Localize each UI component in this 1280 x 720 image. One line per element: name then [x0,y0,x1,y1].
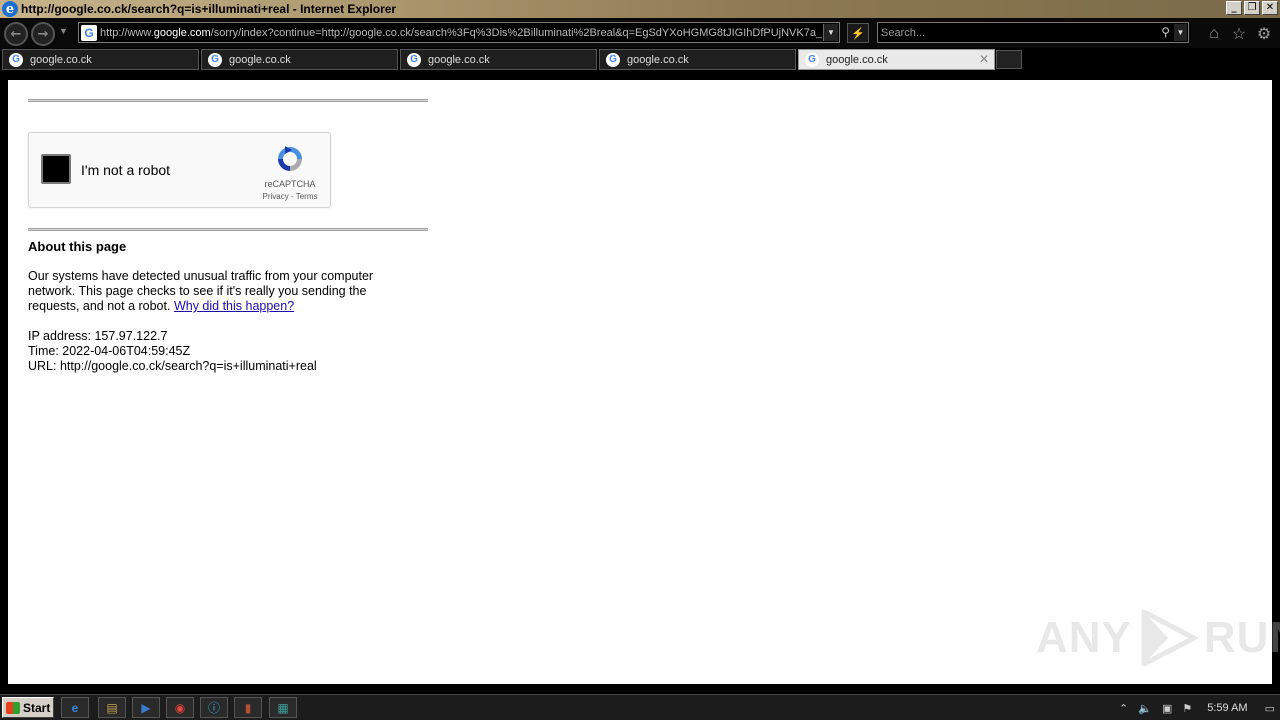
tab-google-1[interactable]: G google.co.ck [2,49,199,70]
search-dropdown-button[interactable]: ▼ [1174,24,1187,41]
google-favicon-icon: G [9,52,23,67]
favorites-star-icon[interactable]: ☆ [1228,23,1250,45]
taskbar-media-player-icon[interactable]: ▶ [132,697,160,718]
show-desktop-icon[interactable]: ▭ [1265,702,1275,715]
system-tray: ⌃ 🔈 ▣ ⚑ 5:59 AM ▭ [1114,696,1280,720]
back-button[interactable]: ← [4,22,28,46]
google-favicon-icon: G [407,52,421,67]
why-did-this-happen-link[interactable]: Why did this happen? [174,299,294,313]
watermark-left-text: ANY [1036,613,1132,662]
new-tab-button[interactable] [996,50,1022,69]
forward-button[interactable]: → [31,22,55,46]
tab-label: google.co.ck [826,53,888,66]
tab-label: google.co.ck [627,53,689,66]
search-input[interactable] [881,26,1151,39]
request-time: Time: 2022-04-06T04:59:45Z [28,344,191,358]
google-favicon-icon: G [805,52,819,67]
taskbar-chrome-icon[interactable]: ◉ [166,697,194,718]
gear-icon[interactable]: ⚙ [1253,23,1275,45]
window-titlebar: e http://google.co.ck/search?q=is+illumi… [0,0,1280,18]
action-center-flag-icon[interactable]: ⚑ [1182,702,1192,715]
compatibility-view-button[interactable]: ⚡ [847,23,869,43]
windows-flag-icon [6,701,20,714]
clock[interactable]: 5:59 AM [1207,702,1247,714]
tab-google-5-active[interactable]: G google.co.ck ✕ [798,49,995,70]
divider [28,99,428,102]
close-button[interactable]: ✕ [1262,1,1278,15]
google-favicon-icon: G [81,24,97,41]
window-title: http://google.co.ck/search?q=is+illumina… [21,2,397,16]
compatibility-icon: ⚡ [851,27,865,40]
taskbar-folder-icon[interactable]: ▤ [98,697,126,718]
address-url[interactable]: http://www.google.com/sorry/index?contin… [100,27,822,39]
tab-google-2[interactable]: G google.co.ck [201,49,398,70]
about-text: Our systems have detected unusual traffi… [28,269,408,314]
search-box[interactable]: ⚲ ▼ [877,22,1189,43]
address-bar[interactable]: G http://www.google.com/sorry/index?cont… [78,22,840,43]
google-favicon-icon: G [606,52,620,67]
link-separator: - [288,192,296,201]
tab-close-icon[interactable]: ✕ [979,52,989,66]
terms-link[interactable]: Terms [296,192,318,201]
divider [28,228,428,231]
window-controls: _ ❐ ✕ [1226,1,1278,15]
back-arrow-icon: ← [10,26,22,42]
google-favicon-icon: G [208,52,222,67]
anyrun-watermark: ANY RUN [1036,610,1280,666]
address-dropdown-button[interactable]: ▼ [823,24,838,41]
about-title: About this page [28,239,127,254]
tab-label: google.co.ck [229,53,291,66]
recaptcha-widget: I'm not a robot reCAPTCHA Privacy - Term… [28,132,331,208]
page-content: I'm not a robot reCAPTCHA Privacy - Term… [8,80,1280,684]
recaptcha-brand: reCAPTCHA [264,179,316,189]
taskbar-info-icon[interactable]: ⓘ [200,697,228,718]
tab-label: google.co.ck [428,53,490,66]
recaptcha-logo-icon [278,146,302,171]
network-icon[interactable]: ▣ [1162,702,1172,715]
recaptcha-links: Privacy - Terms [255,192,325,201]
tab-bar: G google.co.ck G google.co.ck G google.c… [0,48,1280,71]
recaptcha-checkbox[interactable] [41,154,71,184]
tab-google-3[interactable]: G google.co.ck [400,49,597,70]
request-info: IP address: 157.97.122.7 Time: 2022-04-0… [28,329,317,374]
navigation-bar: ← → ▼ G http://www.google.com/sorry/inde… [0,18,1280,48]
taskbar-ie-icon[interactable]: e [61,697,89,718]
play-icon [1141,610,1198,666]
tab-google-4[interactable]: G google.co.ck [599,49,796,70]
request-url: URL: http://google.co.ck/search?q=is+ill… [28,359,317,373]
privacy-link[interactable]: Privacy [263,192,289,201]
recaptcha-label: I'm not a robot [81,162,171,178]
restore-button[interactable]: ❐ [1244,1,1260,15]
taskbar-toolbox-icon[interactable]: ▦ [269,697,297,718]
ie-icon: e [2,1,18,17]
home-icon[interactable]: ⌂ [1203,23,1225,45]
history-dropdown-icon[interactable]: ▼ [59,26,68,36]
forward-arrow-icon: → [37,26,49,42]
tab-label: google.co.ck [30,53,92,66]
tray-expand-icon[interactable]: ⌃ [1119,702,1128,715]
volume-icon[interactable]: 🔈 [1138,702,1152,715]
start-button[interactable]: Start [2,697,54,718]
taskbar-book-icon[interactable]: ▮ [234,697,262,718]
ip-address: IP address: 157.97.122.7 [28,329,168,343]
start-label: Start [23,700,51,715]
taskbar: Start e ▤ ▶ ◉ ⓘ ▮ ▦ ⌃ 🔈 ▣ ⚑ 5:59 AM ▭ [0,694,1280,720]
watermark-right-text: RUN [1203,613,1280,662]
minimize-button[interactable]: _ [1226,1,1242,15]
search-icon[interactable]: ⚲ [1161,25,1170,39]
